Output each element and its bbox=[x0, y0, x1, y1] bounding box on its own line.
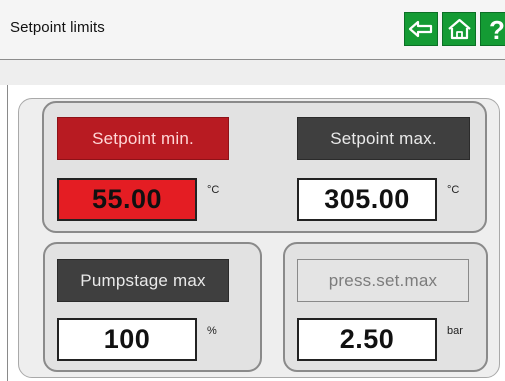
home-icon bbox=[447, 18, 471, 40]
pumpstage-max-unit: % bbox=[207, 325, 217, 337]
header-bar: Setpoint limits ? bbox=[0, 0, 505, 60]
left-border-line bbox=[0, 85, 8, 381]
pumpstage-max-value[interactable]: 100 bbox=[57, 318, 197, 361]
setpoint-max-label[interactable]: Setpoint max. bbox=[297, 117, 470, 160]
help-icon: ? bbox=[489, 14, 505, 45]
pressure-setpoint-max-value[interactable]: 2.50 bbox=[297, 318, 437, 361]
setpoint-min-unit: °C bbox=[207, 184, 220, 196]
pumpstage-max-label[interactable]: Pumpstage max bbox=[57, 259, 229, 302]
setpoint-max-unit: °C bbox=[447, 184, 460, 196]
pressure-setpoint-max-unit: bar bbox=[447, 325, 463, 337]
setpoint-min-label[interactable]: Setpoint min. bbox=[57, 117, 229, 160]
page-title: Setpoint limits bbox=[10, 19, 105, 36]
pressure-setpoint-max-label[interactable]: press.set.max bbox=[297, 259, 469, 302]
back-button[interactable] bbox=[404, 12, 438, 46]
home-button[interactable] bbox=[442, 12, 476, 46]
back-arrow-icon bbox=[408, 20, 433, 38]
top-band bbox=[0, 60, 505, 85]
help-button[interactable]: ? bbox=[480, 12, 505, 46]
setpoint-min-value[interactable]: 55.00 bbox=[57, 178, 197, 221]
setpoint-limits-screen: Setpoint limits ? Setpoint min. 55.00 °C… bbox=[0, 0, 505, 381]
setpoint-max-value[interactable]: 305.00 bbox=[297, 178, 437, 221]
